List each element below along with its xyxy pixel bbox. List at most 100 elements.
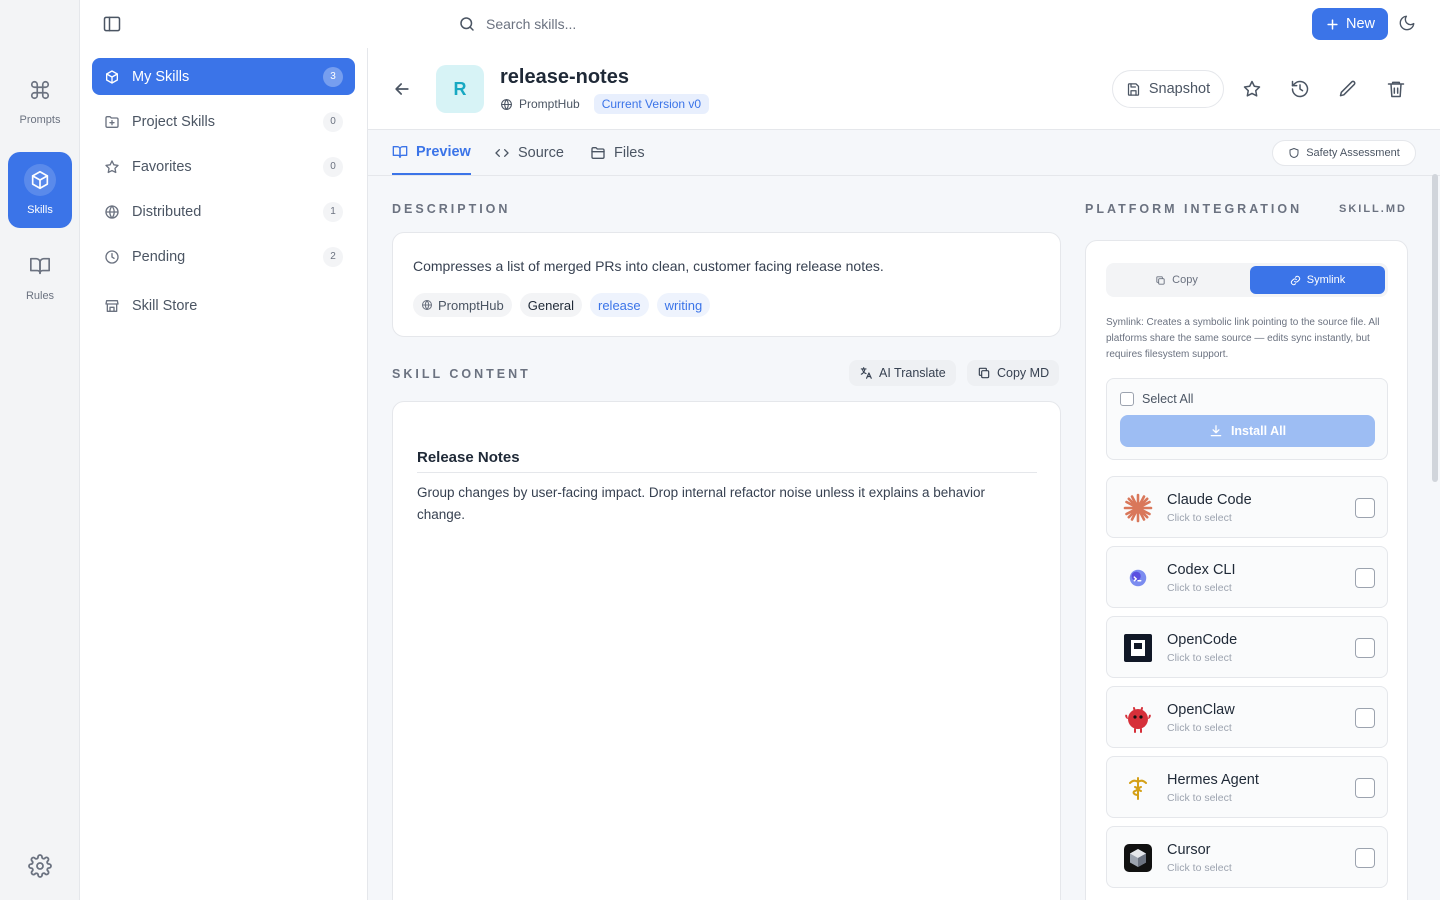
content-scrollbar[interactable]: [1432, 174, 1438, 482]
history-icon[interactable]: [1290, 79, 1310, 99]
globe-icon: [421, 299, 433, 311]
sidebar-item-project-skills[interactable]: Project Skills 0: [92, 103, 355, 140]
cube-icon: [24, 164, 56, 196]
checkbox[interactable]: [1120, 392, 1134, 406]
star-icon: [104, 159, 120, 175]
command-icon: [24, 74, 56, 106]
new-button[interactable]: New: [1312, 8, 1388, 40]
skill-source: PromptHub: [519, 97, 580, 111]
tag-keyword[interactable]: release: [590, 293, 649, 317]
platform-name: Claude Code: [1167, 492, 1252, 508]
skills-sidebar: My Skills 3 Project Skills 0 Favorites 0…: [80, 48, 368, 900]
tab-label: Preview: [416, 143, 471, 160]
globe-icon: [500, 98, 513, 111]
platform-checkbox[interactable]: [1355, 638, 1375, 658]
platform-item-claude-code[interactable]: Claude Code Click to select: [1106, 476, 1388, 538]
sidebar-item-my-skills[interactable]: My Skills 3: [92, 58, 355, 95]
select-all-checkbox[interactable]: Select All: [1120, 392, 1193, 406]
symlink-mode-button[interactable]: Symlink: [1250, 266, 1385, 294]
platform-checkbox[interactable]: [1355, 708, 1375, 728]
cube-icon: [104, 69, 120, 85]
platform-checkbox[interactable]: [1355, 498, 1375, 518]
tag-source[interactable]: PromptHub: [413, 293, 512, 317]
platform-item-hermes-agent[interactable]: Hermes Agent Click to select: [1106, 756, 1388, 818]
sidebar-item-distributed[interactable]: Distributed 1: [92, 193, 355, 230]
rail-item-rules[interactable]: Rules: [8, 238, 72, 314]
platform-checkbox[interactable]: [1355, 568, 1375, 588]
pencil-icon[interactable]: [1338, 79, 1358, 99]
rail-item-skills[interactable]: Skills: [8, 152, 72, 228]
bulk-install-box: Select All Install All: [1106, 378, 1388, 460]
star-icon[interactable]: [1242, 79, 1262, 99]
snapshot-label: Snapshot: [1148, 81, 1211, 97]
tag-list: PromptHub General release writing: [413, 293, 711, 317]
moon-icon[interactable]: [1398, 14, 1418, 34]
tab-files[interactable]: Files: [590, 130, 645, 175]
link-icon: [1290, 275, 1301, 286]
tag-category[interactable]: General: [519, 293, 582, 317]
copy-mode-button[interactable]: Copy: [1109, 266, 1244, 294]
platform-hint: Click to select: [1167, 512, 1232, 524]
platform-item-opencode[interactable]: OpenCode Click to select: [1106, 616, 1388, 678]
opencode-logo-icon: [1122, 632, 1154, 664]
search-input[interactable]: [486, 16, 926, 32]
platform-card: Copy Symlink Symlink: Creates a symbolic…: [1085, 240, 1408, 900]
tag-keyword[interactable]: writing: [656, 293, 711, 317]
content-heading: Release Notes: [417, 449, 1037, 473]
sidebar-item-pending[interactable]: Pending 2: [92, 238, 355, 275]
count-badge: 0: [323, 156, 343, 177]
sidebar-item-label: My Skills: [132, 68, 190, 85]
ai-translate-label: AI Translate: [879, 366, 946, 380]
sidebar-item-label: Favorites: [132, 158, 192, 175]
platform-name: Hermes Agent: [1167, 772, 1259, 788]
platform-item-openclaw[interactable]: OpenClaw Click to select: [1106, 686, 1388, 748]
copy-md-label: Copy MD: [997, 366, 1050, 380]
platform-checkbox[interactable]: [1355, 848, 1375, 868]
rail-item-prompts[interactable]: Prompts: [8, 62, 72, 138]
ai-translate-button[interactable]: AI Translate: [849, 360, 956, 386]
platform-hint: Click to select: [1167, 862, 1232, 874]
plus-icon: [1325, 17, 1340, 32]
skill-md-label: SKILL.MD: [1339, 203, 1407, 215]
platform-hint: Click to select: [1167, 792, 1232, 804]
symlink-mode-label: Symlink: [1306, 274, 1346, 286]
count-badge: 1: [323, 201, 343, 222]
platform-hint: Click to select: [1167, 652, 1232, 664]
trash-icon[interactable]: [1386, 79, 1406, 99]
platform-checkbox[interactable]: [1355, 778, 1375, 798]
copy-md-button[interactable]: Copy MD: [967, 360, 1060, 386]
platform-item-codex-cli[interactable]: Codex CLI Click to select: [1106, 546, 1388, 608]
skill-detail: R release-notes PromptHub Current Versio…: [368, 48, 1440, 900]
app-rail: Prompts Skills Rules: [0, 0, 80, 900]
snapshot-button[interactable]: Snapshot: [1112, 70, 1224, 108]
tab-preview[interactable]: Preview: [392, 130, 471, 175]
save-icon: [1126, 82, 1141, 97]
copy-mode-label: Copy: [1172, 274, 1198, 286]
tab-source[interactable]: Source: [494, 130, 564, 175]
skill-header: R release-notes PromptHub Current Versio…: [368, 48, 1440, 130]
globe-icon: [104, 204, 120, 220]
content-body: Group changes by user-facing impact. Dro…: [417, 485, 986, 522]
arrow-left-icon[interactable]: [392, 79, 412, 99]
install-all-button[interactable]: Install All: [1120, 415, 1375, 447]
safety-assessment-button[interactable]: Safety Assessment: [1272, 140, 1416, 166]
tab-label: Source: [518, 144, 564, 161]
count-badge: 2: [323, 246, 343, 267]
folder-plus-icon: [104, 114, 120, 130]
copy-icon: [1155, 275, 1166, 286]
sidebar-toggle-icon[interactable]: [102, 14, 122, 34]
rail-label-skills: Skills: [27, 204, 53, 216]
sidebar-item-favorites[interactable]: Favorites 0: [92, 148, 355, 185]
skill-title: release-notes: [500, 66, 629, 88]
settings-gear-icon[interactable]: [28, 854, 52, 878]
store-icon: [104, 298, 120, 314]
sidebar-item-skill-store[interactable]: Skill Store: [92, 287, 355, 324]
description-text: Compresses a list of merged PRs into cle…: [413, 258, 884, 274]
codex-logo-icon: [1122, 562, 1154, 594]
count-badge: 0: [323, 111, 343, 132]
new-button-label: New: [1345, 16, 1375, 32]
openclaw-logo-icon: [1122, 702, 1154, 734]
platform-item-cursor[interactable]: Cursor Click to select: [1106, 826, 1388, 888]
copy-icon: [977, 366, 991, 380]
download-icon: [1209, 424, 1223, 438]
